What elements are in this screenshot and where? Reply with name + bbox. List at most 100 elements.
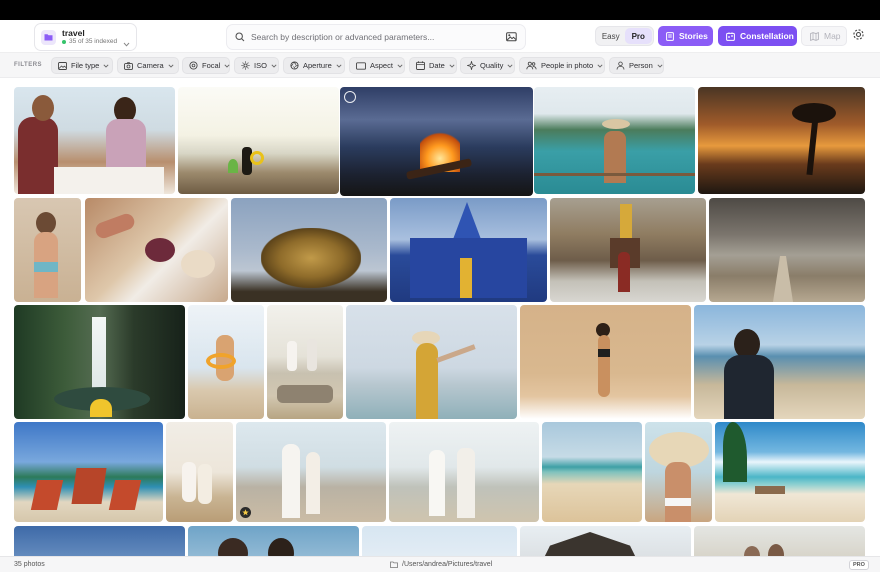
photo-grid — [0, 80, 880, 556]
chevron-down-icon — [103, 63, 109, 68]
chevron-down-icon — [271, 63, 277, 68]
folder-icon — [41, 29, 56, 45]
filter-focal[interactable]: Focal — [182, 57, 230, 74]
filter-label: People in photo — [541, 61, 594, 70]
person-icon — [616, 61, 625, 70]
status-bar: 35 photos /Users/andrea/Pictures/travel … — [0, 556, 880, 572]
photo-count: 35 photos — [14, 561, 45, 568]
chevron-down-icon — [449, 63, 455, 68]
mode-pro-button[interactable]: Pro — [624, 28, 652, 44]
photo-thumbnail[interactable] — [694, 305, 865, 419]
filter-date[interactable]: Date — [409, 57, 457, 74]
chevron-down-icon — [657, 63, 663, 68]
library-selector[interactable]: travel 35 of 35 indexed — [34, 23, 137, 51]
photo-thumbnail[interactable] — [362, 526, 517, 556]
filter-label: Person — [629, 61, 653, 70]
photo-thumbnail[interactable] — [267, 305, 343, 419]
filter-label: Date — [429, 61, 445, 70]
people-icon — [526, 61, 537, 70]
photo-thumbnail[interactable] — [231, 198, 387, 302]
photo-thumbnail[interactable] — [178, 87, 339, 194]
image-search-icon[interactable] — [506, 32, 517, 42]
photo-thumbnail[interactable] — [188, 305, 264, 419]
photo-thumbnail[interactable] — [340, 87, 533, 196]
filter-label: Aperture — [303, 61, 332, 70]
stories-button[interactable]: Stories — [658, 26, 713, 46]
chevron-down-icon — [168, 63, 174, 68]
filter-people-in-photo[interactable]: People in photo — [519, 57, 605, 74]
focus-icon — [189, 61, 198, 70]
stories-label: Stories — [679, 31, 708, 41]
photo-thumbnail[interactable] — [534, 87, 695, 194]
library-name: travel — [62, 27, 85, 38]
map-button[interactable]: Map — [801, 26, 847, 46]
search-icon — [235, 32, 245, 42]
camera-icon — [124, 61, 133, 70]
calendar-icon — [416, 61, 425, 70]
photo-thumbnail[interactable] — [389, 422, 539, 522]
photo-thumbnail[interactable] — [85, 198, 228, 302]
library-indexed-status: 35 of 35 indexed — [62, 38, 118, 46]
photo-thumbnail[interactable] — [550, 198, 706, 302]
selection-circle-icon[interactable] — [344, 91, 356, 103]
photo-thumbnail[interactable] — [520, 526, 691, 556]
filter-camera[interactable]: Camera — [117, 57, 179, 74]
filter-person[interactable]: Person — [609, 57, 664, 74]
sparkle-icon — [467, 61, 476, 70]
library-path-text: /Users/andrea/Pictures/travel — [402, 561, 493, 568]
photo-thumbnail[interactable] — [14, 198, 81, 302]
filter-label: File type — [71, 61, 100, 70]
photo-thumbnail[interactable] — [236, 422, 386, 522]
photo-thumbnail[interactable] — [14, 305, 185, 419]
constellation-icon — [726, 31, 735, 41]
search-input[interactable] — [251, 32, 491, 42]
filter-bar: FILTERS File type Camera Focal ISO Apert… — [0, 52, 880, 78]
map-label: Map — [824, 31, 841, 41]
filter-file-type[interactable]: File type — [51, 57, 113, 74]
folder-icon — [390, 561, 398, 568]
photo-thumbnail[interactable] — [645, 422, 712, 522]
photo-thumbnail[interactable] — [14, 87, 175, 194]
iso-icon — [241, 61, 250, 70]
photo-thumbnail[interactable] — [14, 526, 185, 556]
constellation-label: Constellation — [740, 31, 794, 41]
aperture-icon — [290, 61, 299, 70]
photo-thumbnail[interactable] — [715, 422, 865, 522]
book-icon — [666, 31, 674, 41]
filters-label: FILTERS — [14, 62, 43, 68]
photo-thumbnail[interactable] — [694, 526, 865, 556]
filter-label: Camera — [137, 61, 164, 70]
chevron-down-icon — [123, 34, 130, 52]
photo-thumbnail[interactable] — [188, 526, 359, 556]
filter-aspect[interactable]: Aspect — [349, 57, 405, 74]
photo-thumbnail[interactable] — [346, 305, 517, 419]
map-icon — [810, 31, 819, 41]
pro-badge: PRO — [849, 560, 869, 570]
photo-thumbnail[interactable] — [14, 422, 163, 522]
photo-thumbnail[interactable] — [166, 422, 233, 522]
app-header: travel 35 of 35 indexed Easy Pro Stories… — [0, 20, 880, 52]
image-icon — [58, 61, 67, 70]
photo-thumbnail[interactable] — [709, 198, 865, 302]
photo-thumbnail[interactable] — [542, 422, 642, 522]
favorite-star-icon[interactable] — [240, 507, 251, 518]
search-bar — [226, 24, 526, 50]
filter-aperture[interactable]: Aperture — [283, 57, 345, 74]
gear-icon[interactable] — [852, 28, 865, 41]
aspect-icon — [356, 61, 366, 70]
filter-quality[interactable]: Quality — [460, 57, 515, 74]
window-top-bar — [0, 0, 880, 20]
chevron-down-icon — [597, 63, 603, 68]
chevron-down-icon — [507, 63, 513, 68]
photo-thumbnail[interactable] — [520, 305, 691, 419]
filter-label: Focal — [202, 61, 221, 70]
constellation-button[interactable]: Constellation — [718, 26, 797, 46]
filter-label: Quality — [480, 61, 504, 70]
photo-thumbnail[interactable] — [698, 87, 865, 194]
indexed-count: 35 of 35 indexed — [69, 38, 118, 45]
filter-iso[interactable]: ISO — [234, 57, 279, 74]
indexed-dot-icon — [62, 40, 66, 45]
mode-easy-button[interactable]: Easy — [597, 28, 625, 44]
photo-thumbnail[interactable] — [390, 198, 547, 302]
filter-label: ISO — [254, 61, 267, 70]
